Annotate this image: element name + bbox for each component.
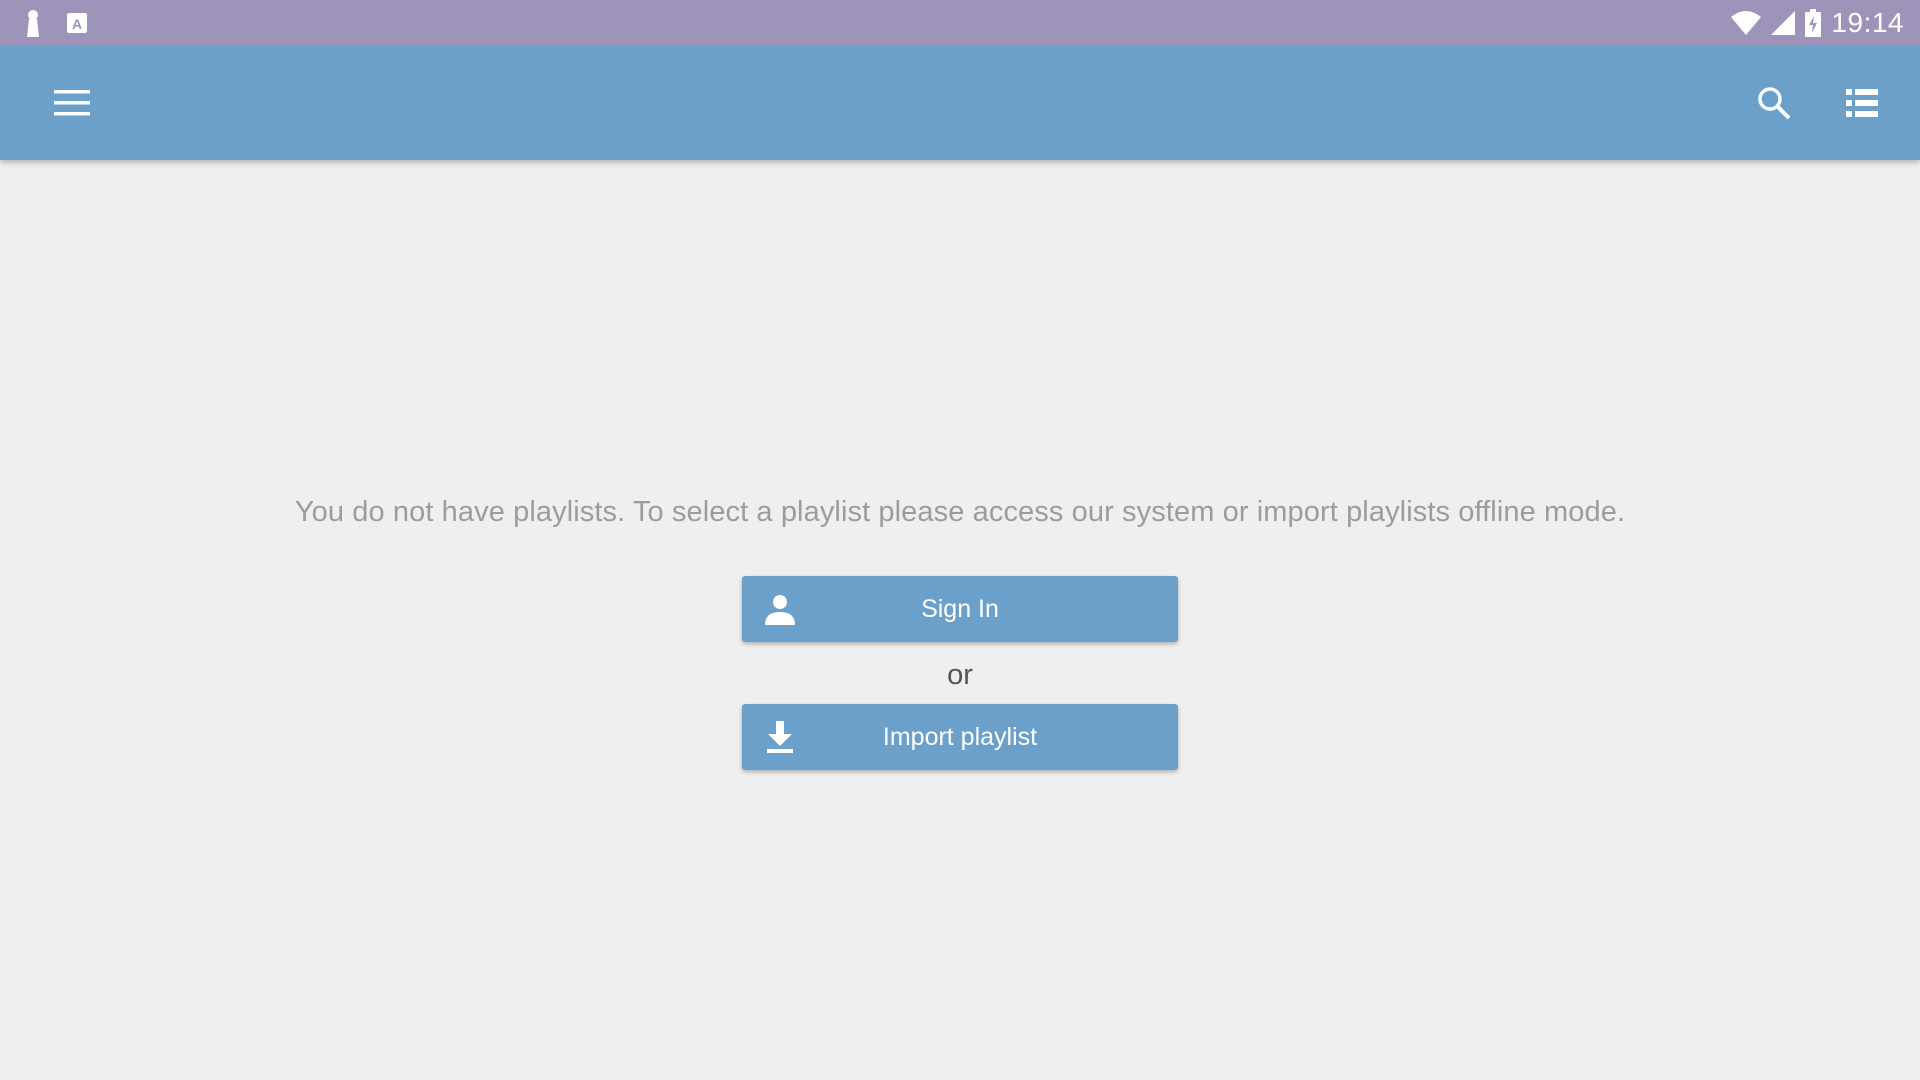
import-playlist-label: Import playlist [882, 722, 1038, 751]
person-icon [762, 591, 798, 627]
keyhole-icon [24, 9, 42, 37]
or-separator: or [947, 659, 973, 691]
hamburger-menu-icon[interactable] [50, 81, 94, 125]
sign-in-label: Sign In [921, 594, 999, 623]
download-icon [762, 719, 798, 755]
list-view-icon[interactable] [1840, 81, 1884, 125]
status-time: 19:14 [1831, 7, 1904, 38]
battery-charging-icon [1805, 9, 1822, 37]
main-content: You do not have playlists. To select a p… [0, 160, 1920, 1080]
status-right-icons: 19:14 [1721, 7, 1904, 39]
sign-in-button[interactable]: Sign In [742, 576, 1178, 642]
cell-signal-icon [1771, 11, 1796, 35]
wifi-icon [1731, 11, 1762, 35]
import-playlist-button[interactable]: Import playlist [742, 704, 1178, 770]
app-bar [0, 46, 1920, 160]
app-bar-actions [1708, 81, 1884, 125]
status-left-icons: A [24, 9, 112, 37]
keyboard-a-icon: A [66, 12, 88, 34]
search-icon[interactable] [1752, 81, 1796, 125]
status-bar: A 19:14 [0, 0, 1920, 46]
svg-text:A: A [72, 16, 82, 32]
empty-playlists-message: You do not have playlists. To select a p… [294, 496, 1626, 528]
